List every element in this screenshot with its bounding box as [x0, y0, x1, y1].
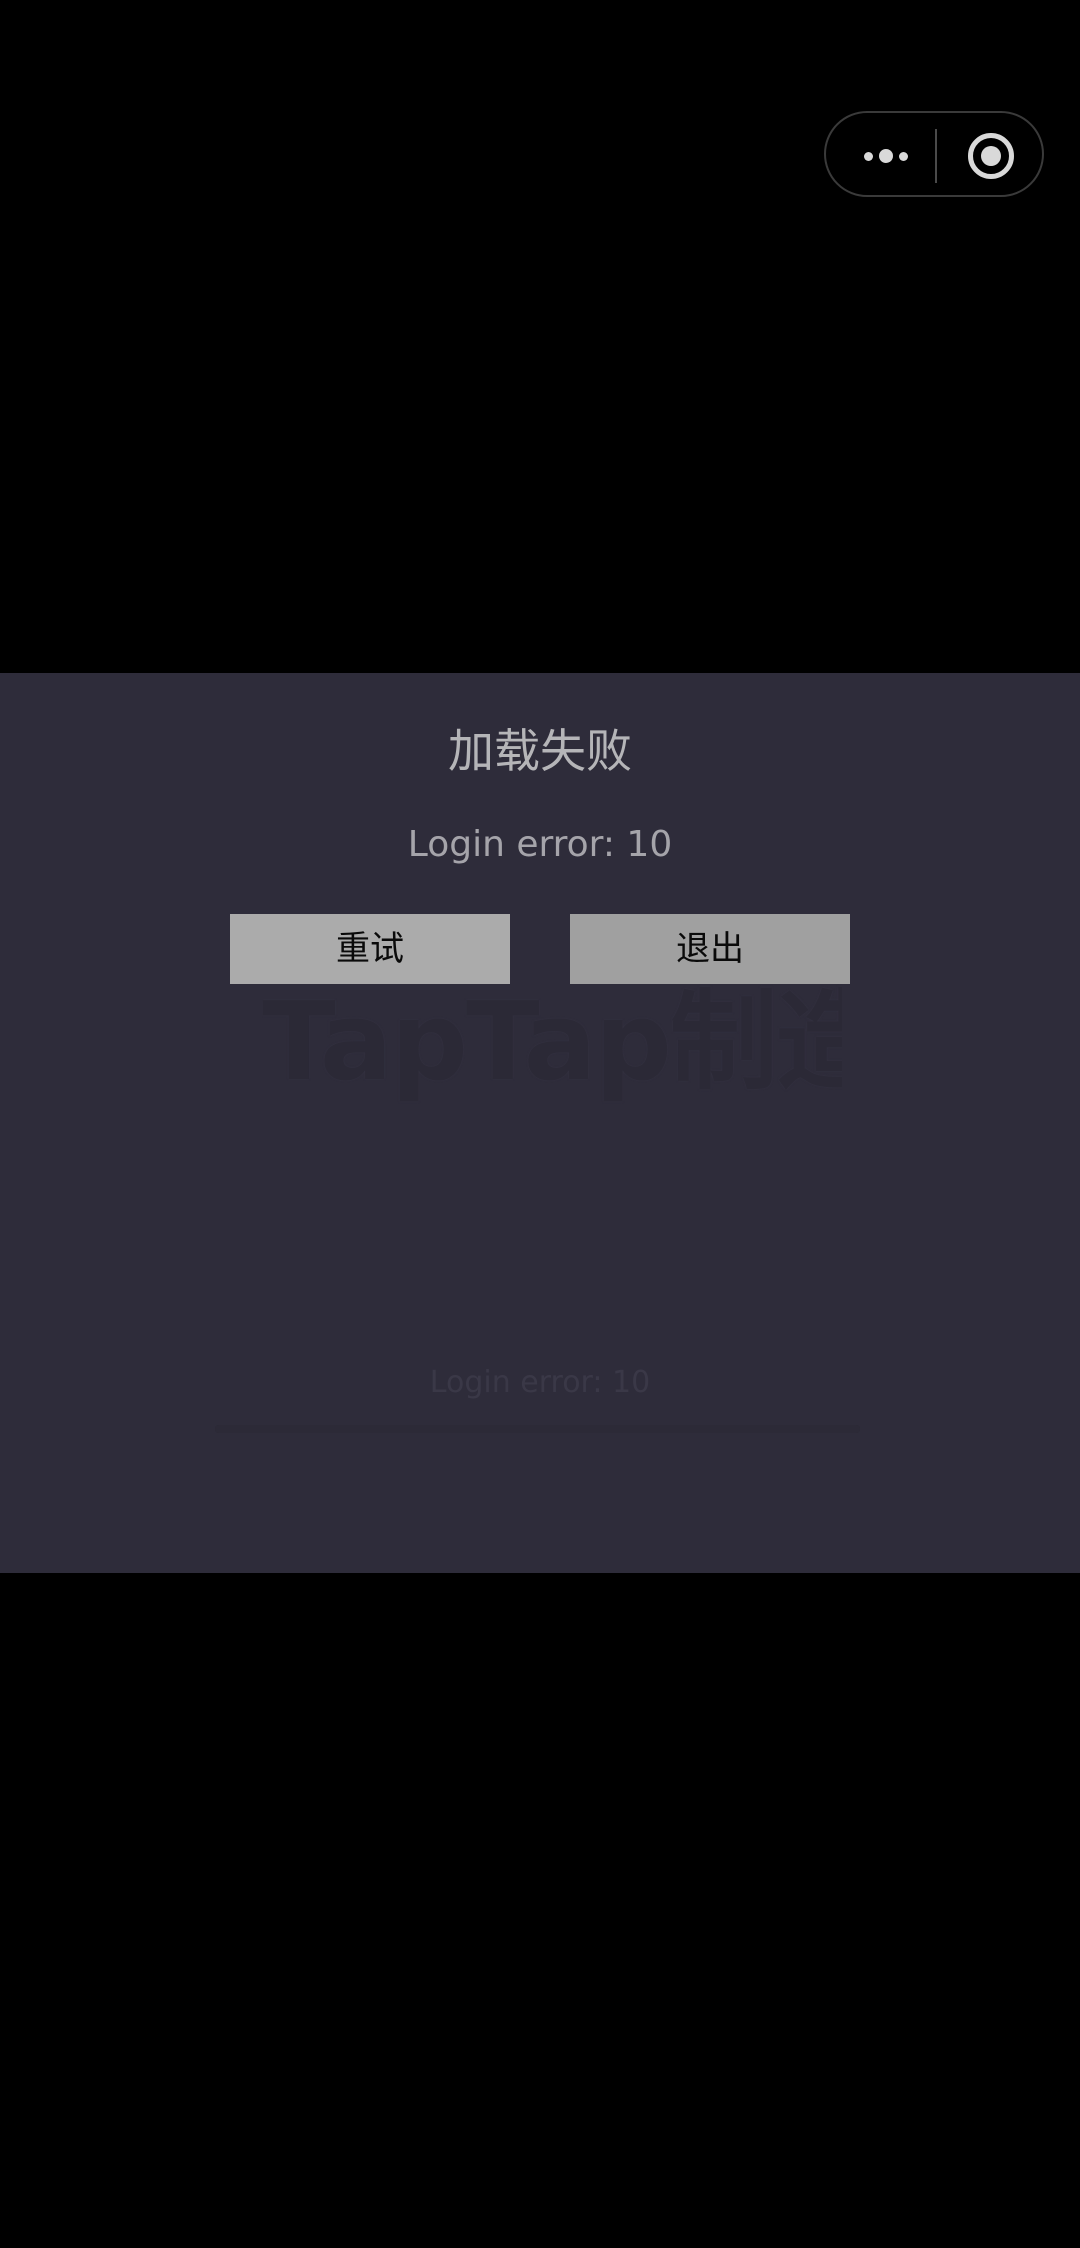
screen: TapTap制造 Login error: 10 加载失败 Login erro… [0, 0, 1080, 2248]
background-logo: TapTap制造 [262, 980, 842, 1105]
mini-program-capsule [824, 111, 1044, 197]
dialog-message: Login error: 10 [407, 824, 673, 865]
background-status-text: Login error: 10 [429, 1365, 651, 1400]
dot [879, 149, 893, 163]
progress-fill [215, 1425, 860, 1433]
more-dots-icon[interactable] [856, 138, 916, 174]
capsule-divider [935, 129, 937, 183]
dot [899, 151, 908, 161]
dialog-title: 加载失败 [448, 724, 632, 778]
exit-button[interactable]: 退出 [570, 914, 850, 984]
target-circle-icon[interactable] [968, 133, 1014, 179]
background-progress-bar [215, 1425, 860, 1433]
dot [864, 151, 873, 161]
game-panel: TapTap制造 Login error: 10 加载失败 Login erro… [0, 673, 1080, 1573]
retry-button[interactable]: 重试 [230, 914, 510, 984]
